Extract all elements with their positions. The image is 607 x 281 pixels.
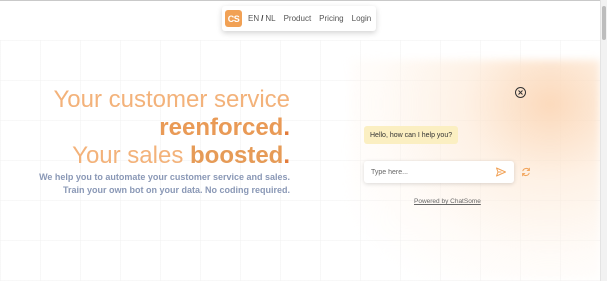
hero-dot-2: . [283,142,290,169]
hero-subtitle: We help you to automate your customer se… [0,171,290,197]
chat-input-container [364,161,514,183]
nav-product-link[interactable]: Product [284,14,312,23]
chat-bot-message: Hello, how can I help you? [364,126,459,144]
scrollbar-thumb[interactable] [602,6,606,40]
refresh-icon[interactable] [521,167,531,177]
hero-line-2: reenforced. [0,114,290,142]
close-x-icon [518,90,523,95]
hero-subtitle-line-2: Train your own bot on your data. No codi… [62,185,290,195]
lang-nl-link[interactable]: NL [265,14,275,23]
nav-pricing-link[interactable]: Pricing [319,14,343,23]
lang-separator: / [261,14,264,23]
hero-your-sales: Your sales [72,142,190,169]
hero-dot-1: . [283,114,290,141]
hero-heading: Your customer service reenforced. Your s… [0,86,290,170]
hero-line-1: Your customer service [53,86,290,113]
send-icon[interactable] [495,166,507,178]
top-navbar: CS EN / NL Product Pricing Login [222,6,376,31]
powered-by-link[interactable]: Powered by ChatSome [414,198,481,205]
chat-input[interactable] [369,167,491,177]
chatsome-logo[interactable]: CS [225,10,242,27]
language-switcher: EN / NL [248,14,276,23]
hero-line-3: Your sales boosted. [0,142,290,170]
page: CS EN / NL Product Pricing Login Your cust… [0,0,607,281]
hero-boosted: boosted [190,142,284,169]
page-scrollbar[interactable] [600,0,607,281]
hero-reenforced: reenforced [159,114,284,141]
lang-en-link[interactable]: EN [248,14,259,23]
hero-subtitle-line-1: We help you to automate your customer se… [39,172,290,182]
nav-login-link[interactable]: Login [352,14,372,23]
top-divider [0,0,600,1]
close-circle-icon[interactable] [515,87,526,98]
